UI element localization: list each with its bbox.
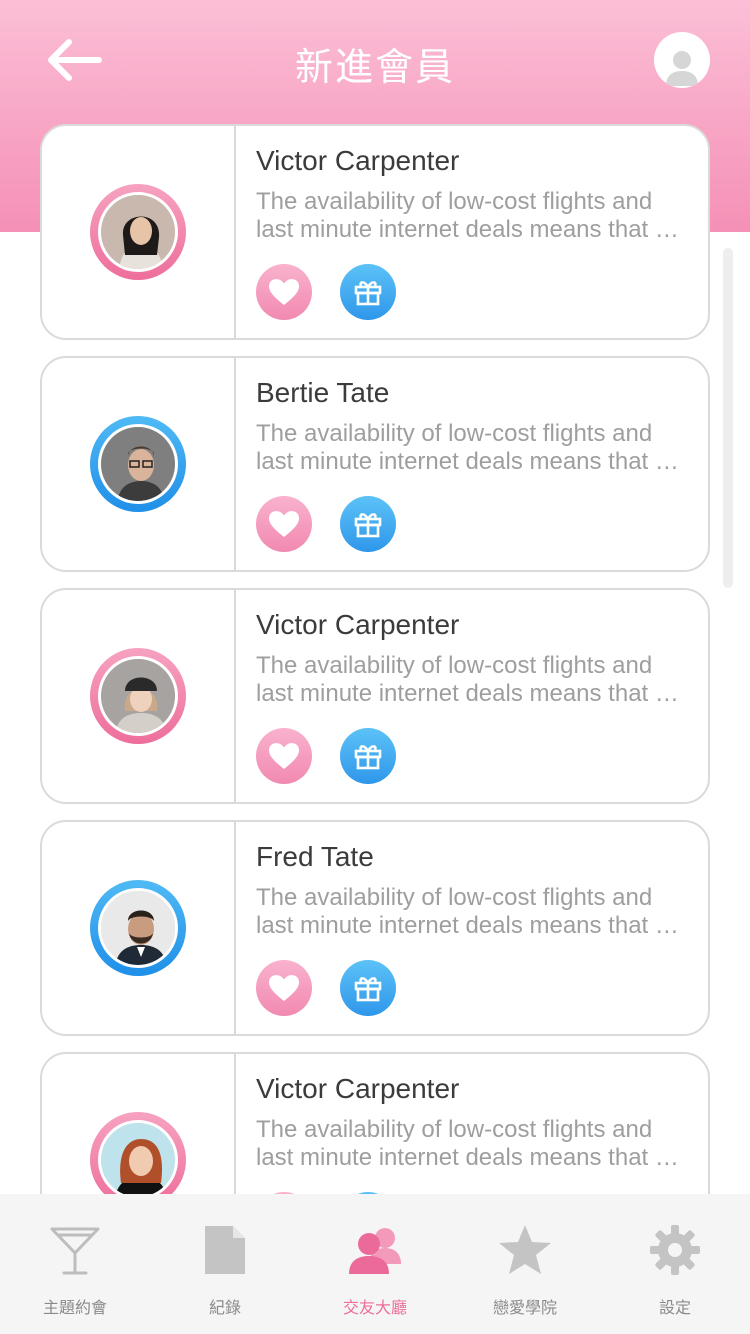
gift-button[interactable] bbox=[340, 496, 396, 552]
member-description: The availability of low-cost flights and… bbox=[256, 884, 679, 939]
profile-button[interactable] bbox=[654, 32, 710, 88]
member-card[interactable]: Victor Carpenter The availability of low… bbox=[40, 588, 710, 804]
tab-bar: 主題約會 紀錄 交友大廳 戀愛學院 設定 bbox=[0, 1194, 750, 1334]
avatar-ring bbox=[90, 184, 186, 280]
user-icon bbox=[666, 51, 698, 86]
like-button[interactable] bbox=[256, 264, 312, 320]
tab-settings[interactable]: 設定 bbox=[600, 1194, 750, 1334]
tab-social-hall[interactable]: 交友大廳 bbox=[300, 1194, 450, 1334]
tab-label: 戀愛學院 bbox=[492, 1298, 557, 1317]
document-icon bbox=[195, 1222, 255, 1278]
member-list: Victor Carpenter The availability of low… bbox=[40, 124, 710, 1284]
member-name: Victor Carpenter bbox=[256, 609, 460, 640]
member-description: The availability of low-cost flights and… bbox=[256, 652, 679, 707]
tab-label: 主題約會 bbox=[42, 1298, 107, 1317]
member-description: The availability of low-cost flights and… bbox=[256, 420, 679, 475]
tab-records[interactable]: 紀錄 bbox=[150, 1194, 300, 1334]
gear-icon bbox=[645, 1222, 705, 1278]
people-icon bbox=[345, 1222, 405, 1278]
avatar bbox=[98, 424, 178, 504]
member-description: The availability of low-cost flights and… bbox=[256, 188, 679, 243]
like-button[interactable] bbox=[256, 496, 312, 552]
gift-icon bbox=[354, 977, 382, 1002]
member-name: Victor Carpenter bbox=[256, 1073, 460, 1104]
member-name: Bertie Tate bbox=[256, 377, 390, 408]
member-card[interactable]: Fred Tate The availability of low-cost f… bbox=[40, 820, 710, 1036]
tab-label: 設定 bbox=[658, 1298, 691, 1317]
tab-theme-dating[interactable]: 主題約會 bbox=[0, 1194, 150, 1334]
star-icon bbox=[495, 1222, 555, 1278]
gift-button[interactable] bbox=[340, 728, 396, 784]
avatar-ring bbox=[90, 648, 186, 744]
tab-label: 交友大廳 bbox=[342, 1298, 407, 1317]
avatar bbox=[98, 656, 178, 736]
gift-icon bbox=[354, 281, 382, 306]
member-card[interactable]: Bertie Tate The availability of low-cost… bbox=[40, 356, 710, 572]
gift-button[interactable] bbox=[340, 960, 396, 1016]
gift-icon bbox=[354, 745, 382, 770]
avatar-ring bbox=[90, 416, 186, 512]
like-button[interactable] bbox=[256, 728, 312, 784]
member-name: Victor Carpenter bbox=[256, 145, 460, 176]
heart-icon bbox=[269, 743, 299, 769]
gift-button[interactable] bbox=[340, 264, 396, 320]
member-name: Fred Tate bbox=[256, 841, 374, 872]
tab-label: 紀錄 bbox=[208, 1298, 241, 1317]
page-title: 新進會員 bbox=[294, 45, 455, 89]
heart-icon bbox=[269, 975, 299, 1001]
member-description: The availability of low-cost flights and… bbox=[256, 1116, 679, 1171]
heart-icon bbox=[269, 511, 299, 537]
avatar bbox=[98, 192, 178, 272]
scrollbar[interactable] bbox=[723, 248, 733, 588]
gift-icon bbox=[354, 513, 382, 538]
new-members-screen: 新進會員 Victor Carpenter The availability o… bbox=[0, 0, 750, 1334]
avatar-ring bbox=[90, 880, 186, 976]
like-button[interactable] bbox=[256, 960, 312, 1016]
cocktail-icon bbox=[45, 1222, 105, 1278]
member-card[interactable]: Victor Carpenter The availability of low… bbox=[40, 124, 710, 340]
heart-icon bbox=[269, 279, 299, 305]
avatar bbox=[98, 1120, 178, 1200]
tab-love-academy[interactable]: 戀愛學院 bbox=[450, 1194, 600, 1334]
avatar bbox=[98, 888, 178, 968]
